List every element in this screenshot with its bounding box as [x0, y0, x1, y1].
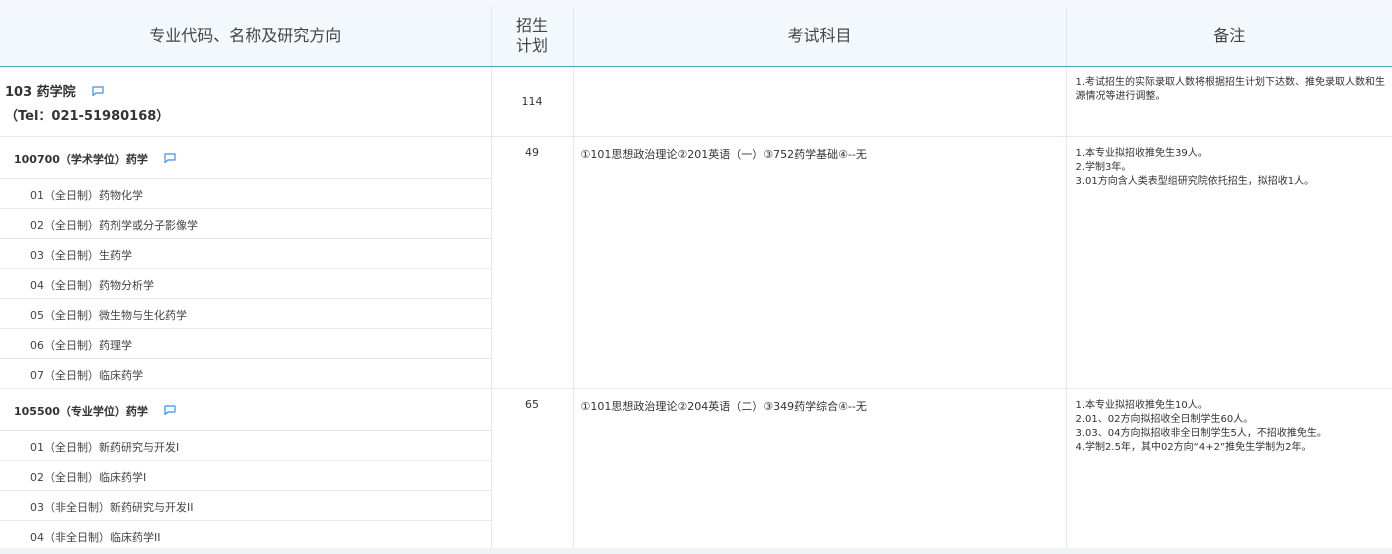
bottom-band [0, 548, 1392, 554]
direction-row: 06（全日制）药理学 [0, 329, 491, 359]
major-head: 100700（学术学位）药学 [0, 137, 491, 179]
header-quota: 招生 计划 [491, 6, 574, 67]
header-subjects: 考试科目 [573, 6, 1067, 67]
major-notes-cell: 1.本专业拟招收推免生10人。 2.01、02方向拟招收全日制学生60人。 3.… [1066, 389, 1392, 551]
major-title-line: 105500（专业学位）药学 [14, 403, 176, 419]
major-title: 100700（学术学位）药学 [14, 153, 148, 166]
direction-label: 01（全日制）药物化学 [30, 189, 143, 202]
direction-label: 04（非全日制）临床药学II [30, 531, 161, 544]
college-quota-cell: 114 [491, 66, 574, 137]
college-notes-cell: 1.考试招生的实际录取人数将根据招生计划下达数、推免录取人数和生源情况等进行调整… [1066, 66, 1392, 137]
college-cell: 103 药学院 （Tel：021-51980168） [0, 66, 492, 137]
note-line: 2.学制3年。 [1075, 162, 1132, 173]
major-quota-cell: 65 [491, 388, 574, 550]
note-line: 4.学制2.5年，其中02方向“4+2”推免生学制为2年。 [1075, 442, 1312, 453]
major-subjects: ①101思想政治理论②201英语（一）③752药学基础④--无 [580, 148, 867, 161]
direction-label: 03（全日制）生药学 [30, 249, 132, 262]
direction-row: 02（全日制）药剂学或分子影像学 [0, 209, 491, 239]
direction-row: 02（全日制）临床药学I [0, 461, 491, 491]
note-line: 2.01、02方向拟招收全日制学生60人。 [1075, 414, 1254, 425]
direction-row: 04（全日制）药物分析学 [0, 269, 491, 299]
major-cell: 100700（学术学位）药学 01（全日制）药物化学 02（全日制）药剂学或分子… [0, 136, 492, 389]
header-major: 专业代码、名称及研究方向 [0, 6, 492, 67]
direction-row: 07（全日制）临床药学 [0, 359, 491, 388]
major-head: 105500（专业学位）药学 [0, 389, 491, 431]
major-row-100700: 100700（学术学位）药学 01（全日制）药物化学 02（全日制）药剂学或分子… [0, 136, 1392, 389]
college-row: 103 药学院 （Tel：021-51980168） 114 1.考试招生的实际… [0, 66, 1392, 137]
note-line: 1.本专业拟招收推免生10人。 [1075, 400, 1208, 411]
major-notes-cell: 1.本专业拟招收推免生39人。 2.学制3年。 3.01方向含人类表型组研究院依… [1066, 136, 1392, 389]
comment-icon[interactable] [164, 153, 176, 163]
note-line: 3.01方向含人类表型组研究院依托招生，拟招收1人。 [1075, 176, 1315, 187]
note-line: 3.03、04方向拟招收非全日制学生5人，不招收推免生。 [1075, 428, 1327, 439]
direction-label: 01（全日制）新药研究与开发I [30, 441, 180, 454]
direction-row: 03（全日制）生药学 [0, 239, 491, 269]
admissions-table: 专业代码、名称及研究方向 招生 计划 考试科目 备注 103 药学院 （Tel：… [0, 6, 1392, 550]
direction-label: 04（全日制）药物分析学 [30, 279, 154, 292]
direction-row: 05（全日制）微生物与生化药学 [0, 299, 491, 329]
major-subjects-cell: ①101思想政治理论②201英语（一）③752药学基础④--无 [573, 136, 1067, 389]
direction-label: 03（非全日制）新药研究与开发II [30, 501, 194, 514]
major-quota-cell: 49 [491, 136, 574, 389]
major-row-105500: 105500（专业学位）药学 01（全日制）新药研究与开发I 02（全日制）临床… [0, 388, 1392, 551]
direction-row: 04（非全日制）临床药学II [0, 521, 491, 550]
note-line: 1.本专业拟招收推免生39人。 [1075, 148, 1208, 159]
direction-label: 06（全日制）药理学 [30, 339, 132, 352]
header-quota-line1: 招生 [515, 16, 548, 35]
major-title-line: 100700（学术学位）药学 [14, 151, 176, 167]
header-notes: 备注 [1066, 6, 1392, 67]
direction-row: 03（非全日制）新药研究与开发II [0, 491, 491, 521]
college-tel: （Tel：021-51980168） [5, 109, 170, 124]
direction-row: 01（全日制）新药研究与开发I [0, 431, 491, 461]
major-cell: 105500（专业学位）药学 01（全日制）新药研究与开发I 02（全日制）临床… [0, 388, 492, 550]
major-quota: 49 [525, 146, 539, 159]
college-name-line: 103 药学院 [5, 81, 104, 100]
direction-label: 05（全日制）微生物与生化药学 [30, 309, 187, 322]
header-quota-line2: 计划 [515, 36, 548, 55]
major-subjects: ①101思想政治理论②204英语（二）③349药学综合④--无 [580, 400, 867, 413]
page: 专业代码、名称及研究方向 招生 计划 考试科目 备注 103 药学院 （Tel：… [0, 0, 1392, 554]
comment-icon[interactable] [92, 85, 104, 96]
major-quota: 65 [525, 398, 539, 411]
comment-icon[interactable] [164, 405, 176, 415]
major-subjects-cell: ①101思想政治理论②204英语（二）③349药学综合④--无 [573, 388, 1067, 550]
direction-row: 01（全日制）药物化学 [0, 179, 491, 209]
college-quota: 114 [521, 95, 543, 108]
direction-label: 07（全日制）临床药学 [30, 369, 143, 382]
college-note: 1.考试招生的实际录取人数将根据招生计划下达数、推免录取人数和生源情况等进行调整… [1075, 77, 1386, 102]
major-title: 105500（专业学位）药学 [14, 405, 148, 418]
college-name: 103 药学院 [5, 85, 76, 100]
college-subjects-cell [573, 66, 1067, 137]
direction-label: 02（全日制）临床药学I [30, 471, 147, 484]
direction-label: 02（全日制）药剂学或分子影像学 [30, 219, 198, 232]
table-header-row: 专业代码、名称及研究方向 招生 计划 考试科目 备注 [0, 6, 1392, 67]
